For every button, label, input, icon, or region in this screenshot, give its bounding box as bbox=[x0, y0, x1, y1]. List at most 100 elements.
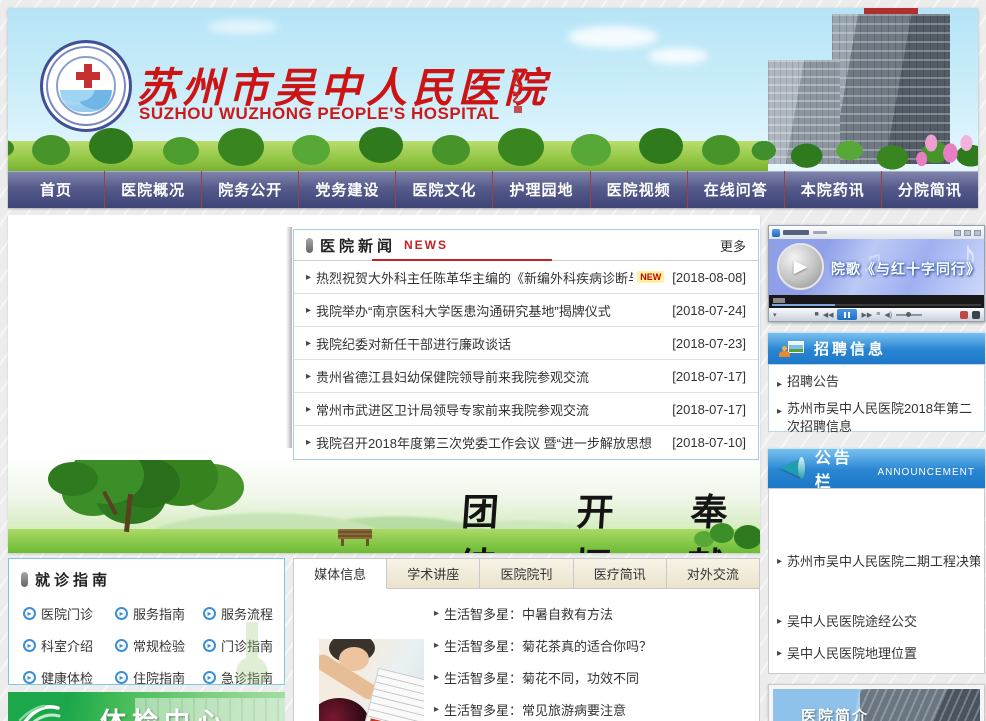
settings-icon[interactable] bbox=[972, 311, 980, 319]
news-item-date: [2018-07-10] bbox=[664, 435, 746, 450]
announcement-item-label[interactable]: 吴中人民医院途经公交 bbox=[787, 613, 917, 631]
triangle-bullet-icon: ▸ bbox=[306, 272, 311, 283]
article-item[interactable]: ▸ 生活智多星：菊花茶真的适合你吗？ bbox=[434, 629, 751, 661]
previous-icon[interactable]: ◀◀ bbox=[823, 311, 834, 319]
play-button[interactable]: ▶ bbox=[777, 243, 824, 290]
site-header: 苏州市吴中人民医院 SUZHOU WUZHONG PEOPLE'S HOSPIT… bbox=[8, 8, 978, 171]
news-item[interactable]: ▸ 我院召开2018年度第三次党委工作会议 暨“进一步解放思想 [2018-07… bbox=[294, 426, 758, 459]
article-item[interactable]: ▸ 生活智多星：常见旅游病要注意 bbox=[434, 693, 751, 721]
player-window-buttons[interactable] bbox=[954, 230, 981, 236]
stop-icon[interactable]: ■ bbox=[814, 311, 818, 318]
guide-link-health-checkup[interactable]: ▸健康体检 bbox=[23, 668, 115, 685]
volume-icon[interactable]: ◀) bbox=[884, 311, 892, 319]
volume-slider[interactable] bbox=[896, 314, 922, 316]
tab-external-exchange[interactable]: 对外交流 bbox=[667, 559, 759, 588]
article-title[interactable]: 生活智多星：菊花茶真的适合你吗？ bbox=[444, 636, 652, 655]
checkup-center-banner[interactable]: 体检中心 bbox=[8, 692, 285, 721]
news-item[interactable]: ▸ 贵州省德江县妇幼保健院领导前来我院参观交流 [2018-07-17] bbox=[294, 360, 758, 393]
news-item-title[interactable]: 贵州省德江县妇幼保健院领导前来我院参观交流 bbox=[316, 367, 589, 386]
guide-link-outpatient[interactable]: ▸医院门诊 bbox=[23, 604, 115, 623]
record-icon[interactable] bbox=[960, 311, 968, 319]
triangle-bullet-icon: ▸ bbox=[777, 553, 782, 571]
recruitment-item[interactable]: ▸ 苏州市吴中人民医院2018年第二次招聘信息 bbox=[777, 400, 976, 436]
player-seek-bar[interactable] bbox=[769, 295, 984, 308]
pause-button[interactable] bbox=[837, 309, 857, 320]
circle-arrow-icon: ▸ bbox=[23, 639, 36, 652]
article-title[interactable]: 生活智多星：中暑自救有方法 bbox=[444, 604, 613, 623]
triangle-bullet-icon: ▸ bbox=[777, 376, 782, 394]
article-title[interactable]: 生活智多星：菊花不同，功效不同 bbox=[444, 668, 639, 687]
playlist-toggle-icon[interactable]: ▾ bbox=[773, 311, 777, 319]
playlist-icon[interactable]: ≡ bbox=[876, 311, 880, 318]
guide-link-service-guide[interactable]: ▸服务指南 bbox=[115, 604, 203, 623]
minimize-icon[interactable] bbox=[954, 230, 961, 236]
news-more-link[interactable]: 更多 bbox=[720, 236, 746, 255]
article-list: ▸ 生活智多星：中暑自救有方法 ▸ 生活智多星：菊花茶真的适合你吗？ ▸ 生活智… bbox=[434, 597, 751, 721]
guide-link-service-flow[interactable]: ▸服务流程 bbox=[203, 604, 285, 623]
tree-trunk bbox=[124, 494, 133, 532]
news-item-title[interactable]: 常州市武进区卫计局领导专家前来我院参观交流 bbox=[316, 400, 589, 419]
circle-arrow-icon: ▸ bbox=[115, 607, 128, 620]
article-item[interactable]: ▸ 生活智多星：中暑自救有方法 bbox=[434, 597, 751, 629]
hospital-intro-box[interactable]: 医院简介 bbox=[768, 684, 985, 721]
video-player[interactable]: ♪ ♫ ▶ 院歌《与红十字同行》 ▾ ■ ◀◀ ▶▶ ≡ ◀) bbox=[768, 225, 985, 322]
player-screen[interactable]: ♪ ♫ ▶ 院歌《与红十字同行》 bbox=[769, 239, 984, 295]
next-icon[interactable]: ▶▶ bbox=[861, 311, 872, 319]
triangle-bullet-icon: ▸ bbox=[306, 404, 311, 415]
announcement-item[interactable]: ▸ 苏州市吴中人民医院二期工程决策事 bbox=[777, 553, 980, 571]
tab-medical-briefs[interactable]: 医疗简讯 bbox=[574, 559, 667, 588]
recruitment-icon bbox=[778, 339, 804, 357]
news-item-title[interactable]: 我院纪委对新任干部进行廉政谈话 bbox=[316, 334, 511, 353]
recruitment-item-label[interactable]: 苏州市吴中人民医院2018年第二次招聘信息 bbox=[787, 400, 976, 436]
nav-item-hospital-overview[interactable]: 医院概况 bbox=[105, 171, 202, 208]
news-item[interactable]: ▸ 我院纪委对新任干部进行廉政谈话 [2018-07-23] bbox=[294, 327, 758, 360]
article-title[interactable]: 生活智多星：常见旅游病要注意 bbox=[444, 700, 626, 719]
circle-arrow-icon: ▸ bbox=[203, 671, 216, 684]
guide-link-routine-tests[interactable]: ▸常规检验 bbox=[115, 636, 203, 655]
calligraphy-seal bbox=[508, 68, 528, 114]
tab-hospital-journal[interactable]: 医院院刊 bbox=[480, 559, 573, 588]
red-cross-icon bbox=[84, 64, 92, 88]
triangle-bullet-icon: ▸ bbox=[306, 305, 311, 316]
news-item-title[interactable]: 我院举办“南京医科大学医患沟通研究基地”揭牌仪式 bbox=[316, 301, 611, 320]
nav-item-home[interactable]: 首页 bbox=[8, 171, 105, 208]
triangle-bullet-icon: ▸ bbox=[434, 640, 439, 651]
news-item[interactable]: ▸ 常州市武进区卫计局领导专家前来我院参观交流 [2018-07-17] bbox=[294, 393, 758, 426]
guide-link-inpatient-guide[interactable]: ▸住院指南 bbox=[115, 668, 203, 685]
news-item-date: [2018-07-17] bbox=[664, 402, 746, 417]
nav-item-online-qa[interactable]: 在线问答 bbox=[688, 171, 785, 208]
recruitment-item-label[interactable]: 招聘公告 bbox=[787, 373, 839, 394]
nav-item-hospital-culture[interactable]: 医院文化 bbox=[396, 171, 493, 208]
news-item[interactable]: ▸ 我院举办“南京医科大学医患沟通研究基地”揭牌仪式 [2018-07-24] bbox=[294, 294, 758, 327]
capsule-bullet-icon bbox=[306, 238, 313, 253]
nav-item-hospital-video[interactable]: 医院视频 bbox=[591, 171, 688, 208]
announcement-item-label[interactable]: 苏州市吴中人民医院二期工程决策事 bbox=[787, 553, 980, 571]
nav-item-party-building[interactable]: 党务建设 bbox=[299, 171, 396, 208]
flask-watermark bbox=[222, 622, 282, 685]
article-item[interactable]: ▸ 生活智多星：菊花不同，功效不同 bbox=[434, 661, 751, 693]
slogan-banner: 团结 开拓 奉献 bbox=[8, 460, 760, 553]
news-item-title[interactable]: 我院召开2018年度第三次党委工作会议 暨“进一步解放思想 bbox=[316, 433, 652, 452]
media-tabs-box: 媒体信息 学术讲座 医院院刊 医疗简讯 对外交流 ▸ 生活智多星：中暑自救有方法… bbox=[293, 558, 760, 721]
slogan-word: 团结 bbox=[456, 482, 534, 553]
news-item[interactable]: ▸ 热烈祝贺大外科主任陈革华主编的《新编外科疾病诊断与治 NEW [2018-0… bbox=[294, 261, 758, 294]
announcement-item[interactable]: ▸ 吴中人民医院途经公交 bbox=[777, 613, 980, 631]
guide-link-departments[interactable]: ▸科室介绍 bbox=[23, 636, 115, 655]
nav-item-pharmacy-news[interactable]: 本院药讯 bbox=[785, 171, 882, 208]
nav-item-nursing[interactable]: 护理园地 bbox=[493, 171, 590, 208]
seek-progress[interactable] bbox=[772, 304, 981, 306]
news-item-title[interactable]: 热烈祝贺大外科主任陈革华主编的《新编外科疾病诊断与治 bbox=[316, 268, 633, 287]
new-badge: NEW bbox=[637, 271, 664, 283]
announcement-item-label[interactable]: 吴中人民医院地理位置 bbox=[787, 645, 917, 663]
nav-item-branch-news[interactable]: 分院简讯 bbox=[882, 171, 978, 208]
announcement-box: ▸ 苏州市吴中人民医院二期工程决策事 ▸ 吴中人民医院途经公交 ▸ 吴中人民医院… bbox=[768, 488, 985, 674]
circle-arrow-icon: ▸ bbox=[203, 639, 216, 652]
tab-media-info[interactable]: 媒体信息 bbox=[294, 559, 387, 589]
close-icon[interactable] bbox=[974, 230, 981, 236]
maximize-icon[interactable] bbox=[964, 230, 971, 236]
announcement-item[interactable]: ▸ 吴中人民医院地理位置 bbox=[777, 645, 980, 663]
tab-academic-lectures[interactable]: 学术讲座 bbox=[387, 559, 480, 588]
nav-item-affairs-disclosure[interactable]: 院务公开 bbox=[202, 171, 299, 208]
triangle-bullet-icon: ▸ bbox=[777, 645, 782, 663]
recruitment-item[interactable]: ▸ 招聘公告 bbox=[777, 373, 976, 394]
